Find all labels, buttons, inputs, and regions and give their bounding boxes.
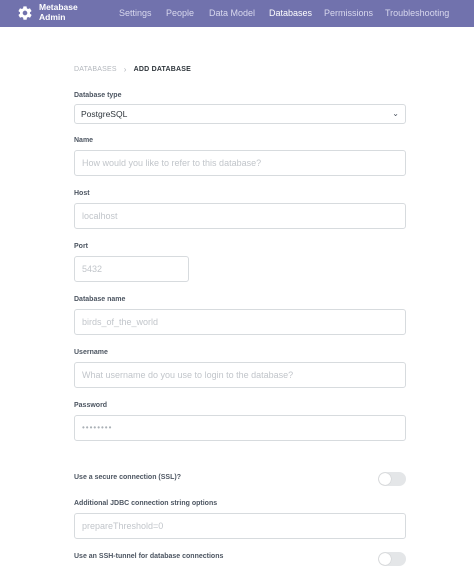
chevron-down-icon: ⌄ <box>392 109 399 118</box>
username-label: Username <box>74 349 108 356</box>
host-label: Host <box>74 190 90 197</box>
name-input[interactable]: How would you like to refer to this data… <box>74 150 406 176</box>
admin-top-bar: Metabase Admin Settings People Data Mode… <box>0 0 474 27</box>
ssl-label: Use a secure connection (SSL)? <box>74 474 181 481</box>
nav-permissions[interactable]: Permissions <box>324 0 373 27</box>
nav-data-model[interactable]: Data Model <box>209 0 255 27</box>
nav-settings[interactable]: Settings <box>119 0 152 27</box>
username-input[interactable]: What username do you use to login to the… <box>74 362 406 388</box>
ssh-tunnel-label: Use an SSH-tunnel for database connectio… <box>74 553 224 560</box>
ssl-toggle[interactable] <box>378 472 406 486</box>
port-label: Port <box>74 243 88 250</box>
database-name-input[interactable]: birds_of_the_world <box>74 309 406 335</box>
database-name-label: Database name <box>74 296 126 303</box>
breadcrumb-current: ADD DATABASE <box>133 66 192 73</box>
breadcrumb-separator: › <box>123 65 127 74</box>
jdbc-options-input[interactable]: prepareThreshold=0 <box>74 513 406 539</box>
breadcrumb: DATABASES › ADD DATABASE <box>74 65 191 74</box>
port-input[interactable]: 5432 <box>74 256 189 282</box>
breadcrumb-databases-link[interactable]: DATABASES <box>74 66 117 73</box>
jdbc-options-label: Additional JDBC connection string option… <box>74 500 218 507</box>
admin-nav: Settings People Data Model Databases Per… <box>0 0 474 27</box>
nav-people[interactable]: People <box>166 0 194 27</box>
password-label: Password <box>74 402 108 409</box>
toggle-knob <box>379 553 391 565</box>
database-type-select[interactable]: PostgreSQL ⌄ <box>74 104 406 124</box>
host-input[interactable]: localhost <box>74 203 406 229</box>
nav-databases[interactable]: Databases <box>269 0 312 27</box>
database-type-label: Database type <box>74 92 122 99</box>
toggle-knob <box>379 473 391 485</box>
ssh-tunnel-toggle[interactable] <box>378 552 406 566</box>
password-input[interactable]: •••••••• <box>74 415 406 441</box>
nav-troubleshooting[interactable]: Troubleshooting <box>385 0 449 27</box>
name-label: Name <box>74 137 94 144</box>
database-type-value: PostgreSQL <box>81 109 128 119</box>
